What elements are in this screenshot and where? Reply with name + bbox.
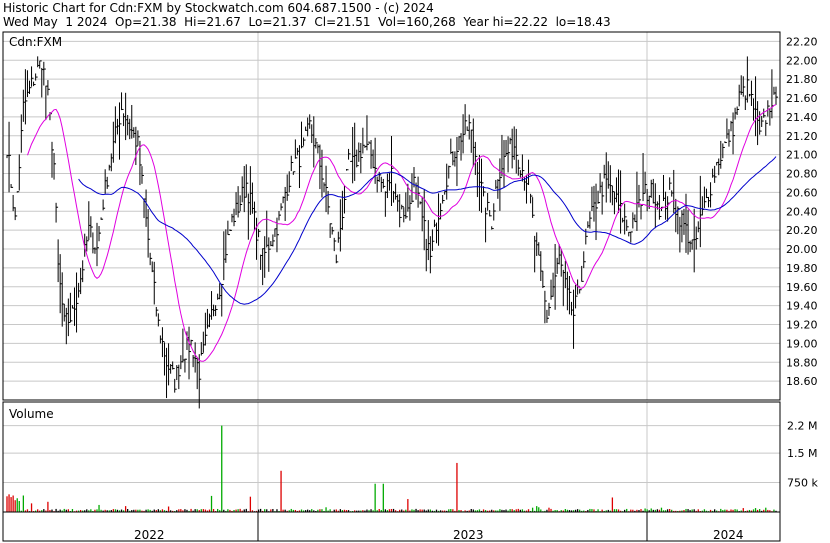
volume-panel-frame [2, 401, 781, 513]
price-tick-label: 22.20 [786, 35, 818, 48]
price-tick-label: 18.80 [786, 356, 818, 369]
volume-tick-label: 2.2 M [787, 420, 817, 433]
price-tick-label: 21.20 [786, 130, 818, 143]
price-tick-label: 20.80 [786, 168, 818, 181]
price-tick-label: 19.20 [786, 319, 818, 332]
volume-grid [3, 402, 780, 512]
price-y-axis: 22.20 22.00 21.80 21.60 21.40 21.20 21.00 20.80… [786, 35, 818, 388]
price-panel-frame [2, 31, 781, 401]
price-tick-label: 20.40 [786, 205, 818, 218]
price-tick-label: 19.80 [786, 262, 818, 275]
price-tick-label: 19.00 [786, 337, 818, 350]
price-tick-label: 21.40 [786, 111, 818, 124]
price-tick-label: 22.00 [786, 54, 818, 67]
symbol-label: Cdn:FXM [9, 35, 62, 49]
year-tick-label: 2022 [134, 528, 165, 542]
chart-page: Historic Chart for Cdn:FXM by Stockwatch… [0, 0, 830, 543]
year-tick-label: 2024 [713, 528, 744, 542]
price-tick-label: 19.60 [786, 281, 818, 294]
volume-tick-label: 1.5 M [787, 447, 817, 460]
price-grid [3, 32, 780, 400]
volume-tick-label: 750 k [787, 477, 818, 490]
volume-y-axis: 2.2 M 1.5 M 750 k [787, 420, 818, 490]
price-tick-label: 21.00 [786, 149, 818, 162]
date-axis-frame [2, 511, 781, 542]
price-tick-label: 18.60 [786, 375, 818, 388]
price-bars [6, 56, 778, 409]
volume-label: Volume [9, 407, 54, 421]
price-tick-label: 20.60 [786, 186, 818, 199]
price-tick-label: 20.00 [786, 243, 818, 256]
year-tick-label: 2023 [453, 528, 484, 542]
price-tick-label: 19.40 [786, 300, 818, 313]
price-tick-label: 21.80 [786, 73, 818, 86]
volume-bars [6, 425, 777, 512]
date-axis: 2022 2023 2024 [134, 512, 744, 542]
price-volume-chart: 22.20 22.00 21.80 21.60 21.40 21.20 21.00 20.80… [2, 31, 818, 542]
price-tick-label: 21.60 [786, 92, 818, 105]
price-tick-label: 20.20 [786, 224, 818, 237]
